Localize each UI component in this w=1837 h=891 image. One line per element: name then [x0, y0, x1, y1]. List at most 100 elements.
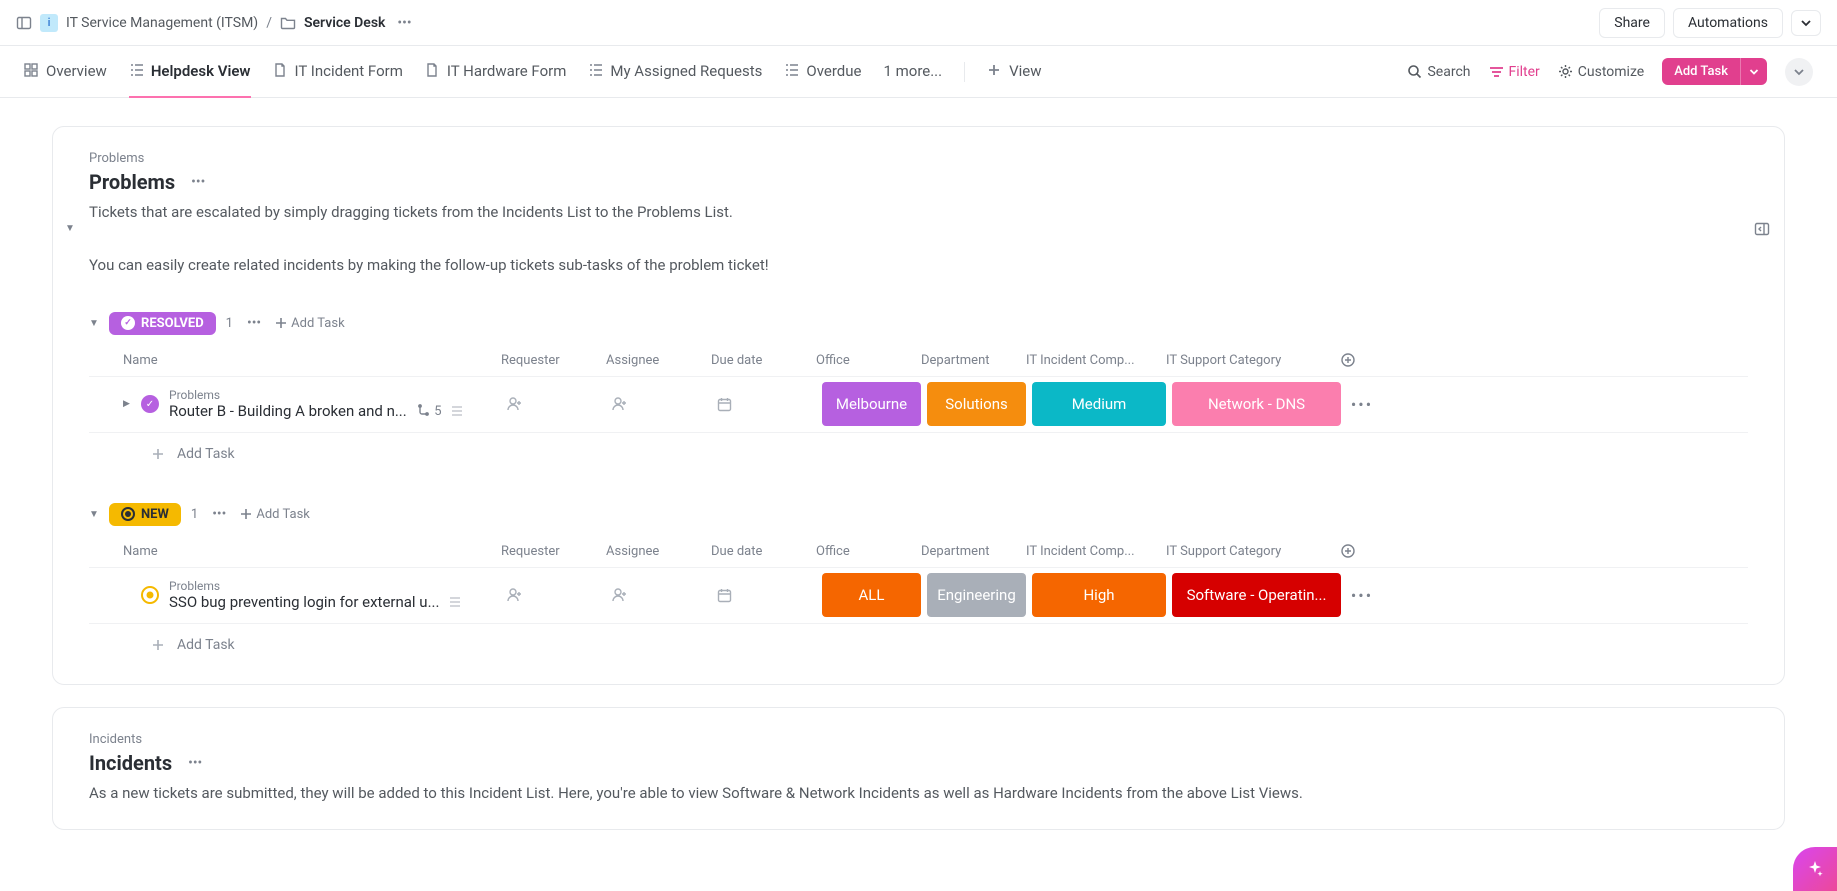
col-due[interactable]: Due date: [711, 544, 816, 559]
card-description: Tickets that are escalated by simply dra…: [89, 200, 1748, 278]
col-assignee[interactable]: Assignee: [606, 353, 711, 368]
side-collapse-icon[interactable]: [1754, 221, 1770, 237]
panel-toggle-icon[interactable]: [16, 15, 32, 31]
cell-category[interactable]: Software - Operatin...: [1172, 573, 1347, 617]
tab-label: View: [1009, 62, 1041, 80]
toolbar-label: Customize: [1578, 64, 1644, 80]
row-crumb: Problems: [169, 388, 507, 402]
row-title[interactable]: Router B - Building A broken and n...: [169, 402, 407, 420]
cell-category[interactable]: Network - DNS: [1172, 382, 1347, 426]
share-button[interactable]: Share: [1599, 8, 1665, 38]
cell-assignee[interactable]: [612, 587, 717, 603]
tab-hardware-form[interactable]: IT Hardware Form: [425, 46, 567, 98]
add-task-dropdown[interactable]: [1740, 58, 1767, 85]
col-due[interactable]: Due date: [711, 353, 816, 368]
ai-fab-button[interactable]: [1793, 847, 1837, 891]
group-header: ▼ ✓ RESOLVED 1 ••• Add Task: [89, 312, 1748, 335]
group-collapse-caret[interactable]: ▼: [89, 509, 99, 520]
table-row[interactable]: ▶ ✓ Problems Router B - Building A broke…: [89, 376, 1748, 432]
cell-dept[interactable]: Engineering: [927, 573, 1032, 617]
status-pill-resolved[interactable]: ✓ RESOLVED: [109, 312, 216, 335]
card-description: As a new tickets are submitted, they wil…: [89, 781, 1748, 806]
automations-button[interactable]: Automations: [1673, 8, 1783, 38]
group-more-icon[interactable]: •••: [243, 315, 265, 331]
col-category[interactable]: IT Support Category: [1166, 353, 1341, 368]
search-button[interactable]: Search: [1407, 64, 1470, 80]
col-requester[interactable]: Requester: [501, 544, 606, 559]
cell-complexity[interactable]: Medium: [1032, 382, 1172, 426]
drag-icon[interactable]: [451, 406, 463, 416]
col-add-column[interactable]: [1341, 544, 1371, 559]
cell-office[interactable]: ALL: [822, 573, 927, 617]
workspace-name[interactable]: IT Service Management (ITSM): [66, 15, 258, 31]
person-add-icon: [612, 396, 717, 412]
person-add-icon: [507, 396, 612, 412]
group-add-task[interactable]: Add Task: [275, 316, 345, 331]
cell-dept[interactable]: Solutions: [927, 382, 1032, 426]
cell-office[interactable]: Melbourne: [822, 382, 927, 426]
card-label: Incidents: [89, 732, 1748, 747]
row-status-icon[interactable]: ✓: [141, 395, 159, 413]
row-actions[interactable]: •••: [1347, 586, 1377, 605]
col-name[interactable]: Name: [123, 353, 501, 368]
tab-helpdesk[interactable]: Helpdesk View: [129, 46, 251, 98]
grid-icon: [24, 63, 40, 79]
plus-icon: [987, 63, 1003, 79]
col-office[interactable]: Office: [816, 353, 921, 368]
problems-card: ▼ Problems Problems ••• Tickets that are…: [52, 126, 1785, 685]
subtask-count[interactable]: 5: [416, 404, 441, 419]
toolbar-label: Search: [1427, 64, 1470, 80]
card-more-icon[interactable]: •••: [187, 174, 209, 190]
status-pill-new[interactable]: NEW: [109, 503, 181, 526]
cell-complexity[interactable]: High: [1032, 573, 1172, 617]
current-folder[interactable]: Service Desk: [304, 15, 385, 31]
cell-assignee[interactable]: [612, 396, 717, 412]
tab-add-view[interactable]: View: [987, 46, 1041, 98]
breadcrumb-more-icon[interactable]: •••: [393, 15, 415, 31]
add-task-button[interactable]: Add Task: [1662, 58, 1740, 85]
table-row[interactable]: Problems SSO bug preventing login for ex…: [89, 567, 1748, 623]
col-office[interactable]: Office: [816, 544, 921, 559]
add-task-row[interactable]: Add Task: [89, 623, 1748, 660]
tab-incident-form[interactable]: IT Incident Form: [273, 46, 403, 98]
row-title[interactable]: SSO bug preventing login for external u.…: [169, 593, 439, 611]
group-more-icon[interactable]: •••: [208, 506, 230, 522]
col-requester[interactable]: Requester: [501, 353, 606, 368]
col-category[interactable]: IT Support Category: [1166, 544, 1341, 559]
row-actions[interactable]: •••: [1347, 395, 1377, 414]
card-more-icon[interactable]: •••: [184, 755, 206, 771]
add-task-row[interactable]: Add Task: [89, 432, 1748, 469]
toolbar: Search Filter Customize Add Task: [1407, 58, 1813, 86]
card-collapse-caret[interactable]: ▼: [65, 223, 75, 234]
expand-button[interactable]: [1785, 58, 1813, 86]
cell-due[interactable]: [717, 397, 822, 412]
cell-requester[interactable]: [507, 396, 612, 412]
cell-due[interactable]: [717, 588, 822, 603]
tab-overview[interactable]: Overview: [24, 46, 107, 98]
row-expand-caret[interactable]: ▶: [123, 399, 133, 409]
form-icon: [273, 63, 289, 79]
col-name[interactable]: Name: [123, 544, 501, 559]
customize-button[interactable]: Customize: [1558, 64, 1644, 80]
automations-dropdown[interactable]: [1791, 10, 1821, 36]
group-collapse-caret[interactable]: ▼: [89, 318, 99, 329]
tab-assigned[interactable]: My Assigned Requests: [588, 46, 762, 98]
group-add-task[interactable]: Add Task: [240, 507, 310, 522]
cell-requester[interactable]: [507, 587, 612, 603]
tab-overdue[interactable]: Overdue: [784, 46, 861, 98]
col-complexity[interactable]: IT Incident Comp...: [1026, 353, 1166, 368]
incidents-card: Incidents Incidents ••• As a new tickets…: [52, 707, 1785, 831]
col-dept[interactable]: Department: [921, 353, 1026, 368]
table-new: Name Requester Assignee Due date Office …: [89, 536, 1748, 660]
tab-label: 1 more...: [883, 62, 942, 80]
col-dept[interactable]: Department: [921, 544, 1026, 559]
drag-icon[interactable]: [449, 597, 461, 607]
row-status-icon[interactable]: [141, 586, 159, 604]
gear-icon: [1558, 64, 1573, 79]
col-assignee[interactable]: Assignee: [606, 544, 711, 559]
tab-more[interactable]: 1 more...: [883, 46, 942, 98]
filter-icon: [1489, 65, 1504, 79]
col-complexity[interactable]: IT Incident Comp...: [1026, 544, 1166, 559]
col-add-column[interactable]: [1341, 353, 1371, 368]
filter-button[interactable]: Filter: [1489, 64, 1540, 80]
